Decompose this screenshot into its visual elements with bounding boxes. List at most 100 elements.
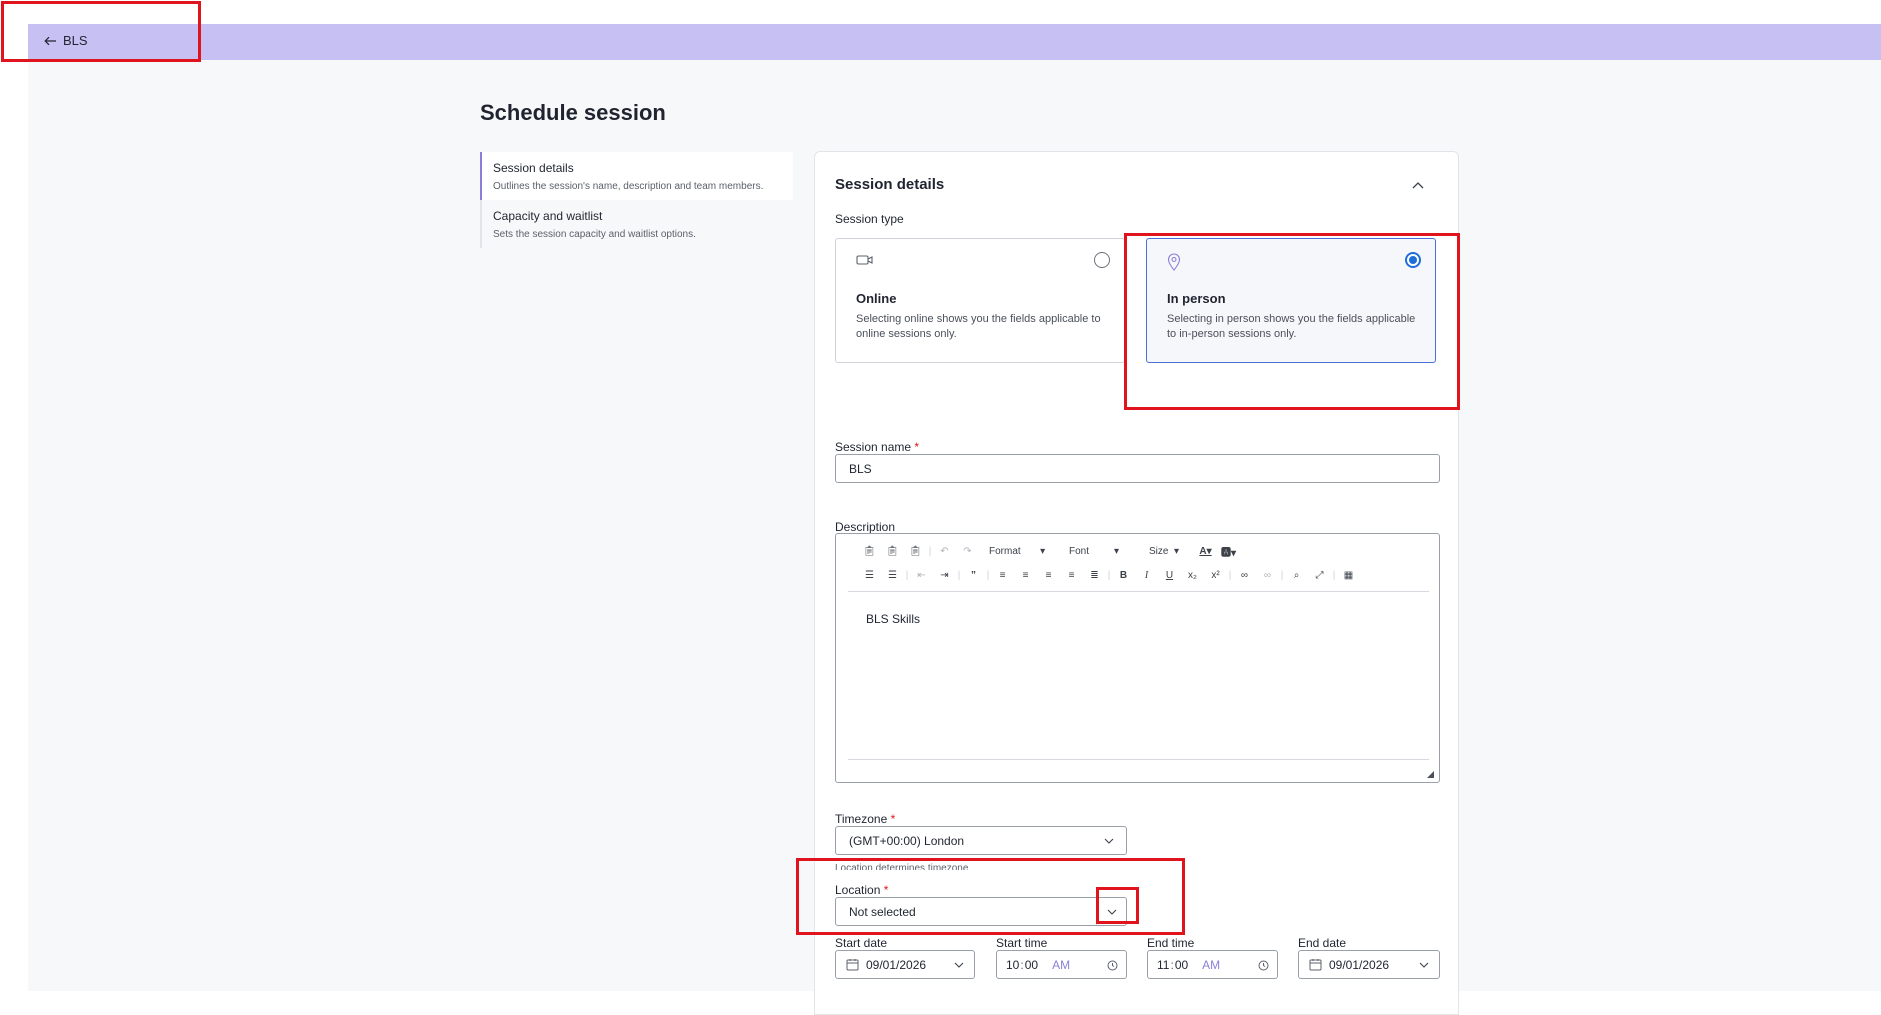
end-date-input[interactable]: 09/01/2026 — [1298, 950, 1440, 979]
indent-icon[interactable]: ⇥ — [933, 570, 956, 581]
editor-content[interactable]: BLS Skills — [866, 612, 920, 626]
chevron-down-icon — [1107, 909, 1116, 915]
paste-word-icon[interactable]: 📋︎ — [904, 546, 927, 557]
fullscreen-icon[interactable]: ⤢ — [1308, 570, 1331, 581]
underline-icon[interactable]: U — [1158, 570, 1181, 581]
start-period[interactable]: AM — [1052, 958, 1070, 972]
bold-icon[interactable]: B — [1112, 570, 1135, 581]
chevron-up-icon — [1412, 182, 1424, 189]
nav-item-capacity-waitlist[interactable]: Capacity and waitlist Sets the session c… — [480, 200, 793, 248]
arrow-left-icon — [44, 36, 56, 45]
timezone-value: (GMT+00:00) London — [849, 833, 965, 848]
nav-item-session-details[interactable]: Session details Outlines the session's n… — [480, 152, 793, 200]
start-time-label: Start time — [996, 936, 1048, 950]
justify-icon[interactable]: ≡ — [1060, 570, 1083, 581]
end-minute[interactable]: 00 — [1175, 958, 1188, 972]
nav-item-description: Outlines the session's name, description… — [493, 181, 764, 192]
link-icon[interactable]: ∞ — [1233, 570, 1256, 581]
session-name-label: Session name * — [835, 440, 920, 454]
page-title: Schedule session — [480, 100, 666, 125]
start-minute[interactable]: 00 — [1025, 958, 1038, 972]
start-time-input[interactable]: 10 : 00 AM — [996, 950, 1127, 979]
outdent-icon[interactable]: ⇤ — [910, 570, 933, 581]
editor-divider-top — [848, 591, 1429, 592]
nav-item-title: Capacity and waitlist — [493, 209, 603, 223]
editor-toolbar-row-1: 📋︎ 📋︎ 📋︎ | ↶ ↷ Format ▾ Font ▾ Size ▾ A▾… — [858, 544, 1240, 559]
session-type-in-person[interactable]: In person Selecting in person shows you … — [1146, 238, 1436, 363]
table-icon[interactable]: ▦ — [1337, 570, 1360, 581]
end-period[interactable]: AM — [1202, 958, 1220, 972]
end-time-label: End time — [1147, 936, 1195, 950]
chevron-down-icon — [1104, 838, 1114, 844]
description-editor[interactable]: 📋︎ 📋︎ 📋︎ | ↶ ↷ Format ▾ Font ▾ Size ▾ A▾… — [835, 533, 1440, 783]
end-date-label: End date — [1298, 936, 1347, 950]
nav-item-description: Sets the session capacity and waitlist o… — [493, 229, 696, 240]
unlink-icon[interactable]: ∞ — [1256, 570, 1279, 581]
background-color-icon[interactable]: 🅰︎▾ — [1217, 544, 1240, 559]
location-label: Location * — [835, 883, 889, 897]
back-link-label: BLS — [63, 33, 88, 48]
video-camera-icon — [856, 253, 874, 272]
end-hour[interactable]: 11 — [1157, 958, 1169, 972]
blockquote-icon[interactable]: ” — [962, 570, 985, 581]
session-type-label: Session type — [835, 212, 904, 226]
line-height-icon[interactable]: ≣ — [1083, 570, 1106, 581]
location-value: Not selected — [849, 904, 916, 919]
location-hint: Location determines timezone — [835, 863, 969, 870]
start-date-value: 09/01/2026 — [866, 957, 927, 972]
chevron-down-icon — [1419, 962, 1429, 968]
session-name-input[interactable]: BLS — [835, 454, 1440, 483]
location-dropdown-toggle[interactable] — [1096, 898, 1126, 925]
location-select[interactable]: Not selected — [835, 897, 1127, 926]
type-description: Selecting online shows you the fields ap… — [856, 313, 1101, 340]
calendar-icon — [1309, 959, 1322, 971]
top-bar: BLS — [28, 24, 1881, 60]
type-name: In person — [1167, 291, 1226, 306]
start-date-input[interactable]: 09/01/2026 — [835, 950, 975, 979]
preview-icon[interactable]: ⌕ — [1285, 570, 1308, 581]
editor-divider-bottom — [848, 759, 1429, 760]
end-time-input[interactable]: 11 : 00 AM — [1147, 950, 1278, 979]
nav-item-title: Session details — [493, 161, 574, 175]
editor-toolbar-row-2: ☰ ☰ | ⇤ ⇥ | ” | ≡ ≡ ≡ ≡ ≣ | B I U x₂ x² … — [858, 570, 1360, 581]
font-dropdown[interactable]: Font ▾ — [1059, 546, 1139, 557]
in-person-radio[interactable] — [1405, 252, 1421, 268]
timezone-select[interactable]: (GMT+00:00) London — [835, 826, 1127, 855]
type-description: Selecting in person shows you the fields… — [1167, 313, 1416, 340]
card-title: Session details — [835, 176, 945, 193]
align-right-icon[interactable]: ≡ — [1037, 570, 1060, 581]
chevron-down-icon — [954, 962, 964, 968]
redo-icon[interactable]: ↷ — [956, 546, 979, 557]
italic-icon[interactable]: I — [1135, 570, 1158, 581]
paste-icon[interactable]: 📋︎ — [858, 546, 881, 557]
section-nav: Session details Outlines the session's n… — [480, 152, 793, 248]
paste-text-icon[interactable]: 📋︎ — [881, 546, 904, 557]
end-date-value: 09/01/2026 — [1329, 957, 1390, 972]
back-link[interactable]: BLS — [44, 33, 88, 48]
page-canvas: BLS Schedule session Session details Out… — [28, 24, 1881, 1015]
start-date-label: Start date — [835, 936, 888, 950]
timezone-label: Timezone * — [835, 812, 896, 826]
location-pin-icon — [1167, 253, 1181, 276]
bullet-list-icon[interactable]: ☰ — [881, 570, 904, 581]
resize-handle[interactable] — [1427, 771, 1434, 778]
superscript-icon[interactable]: x² — [1204, 570, 1227, 581]
align-left-icon[interactable]: ≡ — [991, 570, 1014, 581]
subscript-icon[interactable]: x₂ — [1181, 570, 1204, 581]
format-dropdown[interactable]: Format ▾ — [979, 546, 1059, 557]
online-radio[interactable] — [1094, 252, 1110, 268]
type-name: Online — [856, 291, 897, 306]
numbered-list-icon[interactable]: ☰ — [858, 570, 881, 581]
clock-icon — [1107, 960, 1118, 971]
collapse-button[interactable] — [1407, 174, 1429, 196]
text-color-icon[interactable]: A▾ — [1194, 546, 1217, 557]
session-type-online[interactable]: Online Selecting online shows you the fi… — [835, 238, 1125, 363]
align-center-icon[interactable]: ≡ — [1014, 570, 1037, 581]
size-dropdown[interactable]: Size ▾ — [1139, 546, 1194, 557]
undo-icon[interactable]: ↶ — [933, 546, 956, 557]
start-hour[interactable]: 10 — [1006, 958, 1019, 972]
session-details-card: Session details Session type Online Sele… — [814, 151, 1459, 1015]
clock-icon — [1258, 960, 1269, 971]
calendar-icon — [846, 959, 859, 971]
description-label: Description — [835, 520, 896, 534]
